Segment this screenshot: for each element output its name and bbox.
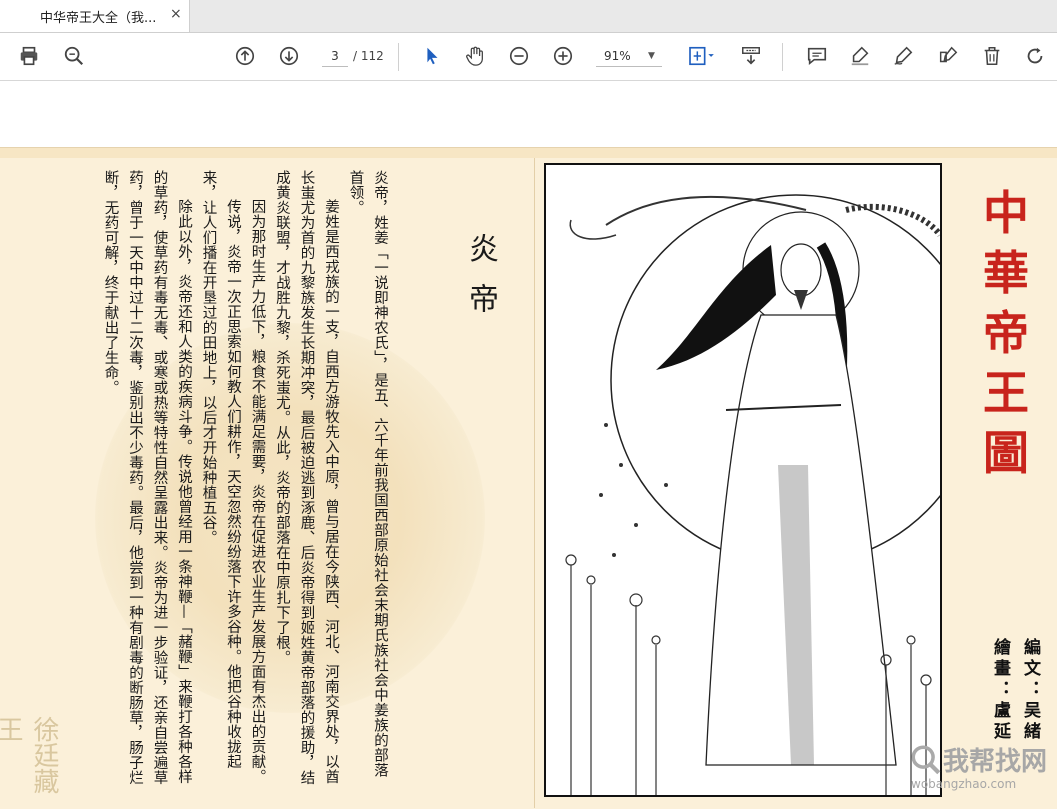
paragraph: 姜姓是西戎族的一支，自西方游牧先入中原，曾与居在今陕西、河北、河南交界处，以酋长… [274,170,339,785]
site-watermark: 我帮找网 wobangzhao.com [905,741,1055,801]
paragraph: 因为那时生产力低下，粮食不能满足需要，炎帝在促进农业生产发展方面有杰出的贡献。 [249,199,266,784]
page-down-icon[interactable] [276,43,302,69]
hand-icon[interactable] [462,43,488,69]
body-text-column: 炎帝，姓姜「一说即神农氏」，是五、六千年前我国西部原始社会末期氏族社会中姜族的部… [98,170,392,790]
toolbar-divider [398,43,399,71]
close-tab-icon[interactable]: × [170,6,182,22]
zoom-in-icon[interactable] [550,43,576,69]
document-tab[interactable]: 中华帝王大全（我... × [0,0,190,32]
toolbar: 3 / 112 91% ▼ [0,33,1057,81]
corner-seal: 徐廷藏王 [0,716,59,794]
page-heading: 炎帝 [463,233,498,333]
tab-title: 中华帝王大全（我... [40,11,157,26]
select-cursor-icon[interactable] [419,43,445,69]
page-up-icon[interactable] [232,43,258,69]
brand-char: 華 [983,246,1029,300]
column-divider [534,158,535,808]
zoom-out-icon[interactable] [506,43,532,69]
brand-char: 帝 [983,306,1029,360]
page-number-input[interactable]: 3 [322,46,348,67]
rotate-icon[interactable] [1022,43,1048,69]
brand-char: 中 [983,186,1029,240]
sign-icon[interactable] [890,43,916,69]
magnifier-icon [909,743,943,781]
fit-page-icon[interactable] [683,43,719,69]
pdf-page: 徐廷藏王 炎帝，姓姜「一说即神农氏」，是五、六千年前我国西部原始社会末期氏族社会… [0,147,1057,809]
toolbar-divider [782,43,783,71]
illustration-drawing [565,194,940,795]
paragraph: 传说，炎帝一次正思索如何教人们耕作，天空忽然纷纷落下许多谷种。他把谷种收拢起来，… [200,170,242,769]
highlight-icon[interactable] [847,43,873,69]
page-top-strip [0,148,1057,158]
site-watermark-url: wobangzhao.com [911,777,1017,791]
zoom-level-select[interactable]: 91% ▼ [596,46,662,67]
site-watermark-title: 我帮找网 [943,747,1048,777]
tab-bar: 中华帝王大全（我... × [0,0,1057,33]
paragraph: 炎帝，姓姜「一说即神农氏」，是五、六千年前我国西部原始社会末期氏族社会中姜族的部… [347,170,389,778]
document-canvas-gap [0,81,1057,147]
brand-char: 圖 [983,426,1029,480]
edit-icon[interactable] [935,43,961,69]
print-icon[interactable] [16,43,42,69]
chevron-down-icon: ▼ [648,51,655,61]
zoom-level-value: 91% [604,49,631,63]
brand-title: 中 華 帝 王 圖 [978,183,1034,483]
scroll-mode-icon[interactable] [738,43,764,69]
paragraph: 除此以外，炎帝还和人类的疾病斗争。传说他曾经用一条神鞭—「赭鞭」来鞭打各种各样的… [102,170,193,785]
comment-icon[interactable] [804,43,830,69]
page-total: / 112 [353,49,384,63]
zoom-search-icon[interactable] [61,43,87,69]
brand-char: 王 [983,366,1029,420]
delete-icon[interactable] [979,43,1005,69]
emperor-illustration [544,163,942,797]
